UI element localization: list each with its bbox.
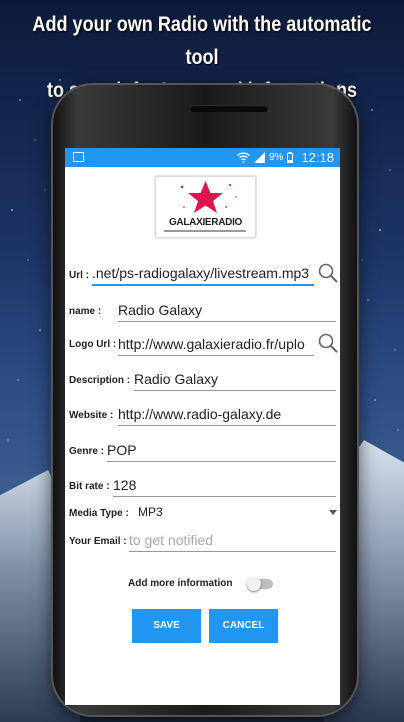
website-field[interactable]: http://www.radio-galaxy.de <box>118 406 336 426</box>
description-field[interactable]: Radio Galaxy <box>134 371 336 391</box>
app-screen: 9% 12:18 GALAXIERADIO Url : .net/ps-radi… <box>65 148 340 705</box>
save-button[interactable]: SAVE <box>132 609 201 643</box>
phone-speaker <box>190 105 268 112</box>
email-label: Your Email : <box>69 536 127 547</box>
media-type-value: MP3 <box>138 505 163 519</box>
signal-icon <box>254 152 265 163</box>
phone-frame: 9% 12:18 GALAXIERADIO Url : .net/ps-radi… <box>53 85 357 715</box>
station-logo: GALAXIERADIO <box>155 176 256 238</box>
media-type-dropdown[interactable]: MP3 <box>138 505 328 523</box>
more-info-label: Add more information <box>128 578 233 589</box>
website-label: Website : <box>69 410 114 421</box>
name-field[interactable]: Radio Galaxy <box>118 302 336 322</box>
cancel-button[interactable]: CANCEL <box>209 609 278 643</box>
genre-label: Genre : <box>69 446 105 457</box>
media-type-label: Media Type : <box>69 508 129 519</box>
email-field[interactable]: to get notified <box>129 532 336 552</box>
url-search-icon[interactable] <box>317 262 339 284</box>
screenshot-icon <box>73 152 84 162</box>
status-bar: 9% 12:18 <box>65 148 340 167</box>
more-info-toggle[interactable] <box>247 577 273 591</box>
headline-line-1: Add your own Radio with the automatic to… <box>32 13 372 69</box>
name-label: name : <box>69 306 102 317</box>
bitrate-field[interactable]: 128 <box>113 477 336 497</box>
url-field[interactable]: .net/ps-radiogalaxy/livestream.mp3 <box>92 265 314 286</box>
description-label: Description : <box>69 375 131 386</box>
logo-url-label: Logo Url : <box>69 339 117 350</box>
bitrate-label: Bit rate : <box>69 481 110 492</box>
clock: 12:18 <box>301 150 334 165</box>
logo-tagline <box>164 230 246 232</box>
logo-url-field[interactable]: http://www.galaxieradio.fr/uplo <box>118 336 314 356</box>
url-label: Url : <box>69 270 89 281</box>
logo-text: GALAXIERADIO <box>168 217 243 228</box>
wifi-icon <box>237 152 250 163</box>
battery-percent: 9% <box>269 152 284 163</box>
toggle-knob <box>247 577 261 591</box>
chevron-down-icon[interactable] <box>329 510 337 515</box>
logo-search-icon[interactable] <box>317 332 339 354</box>
genre-field[interactable]: POP <box>107 442 336 462</box>
star-logo-icon <box>180 181 237 213</box>
battery-icon <box>287 152 294 163</box>
